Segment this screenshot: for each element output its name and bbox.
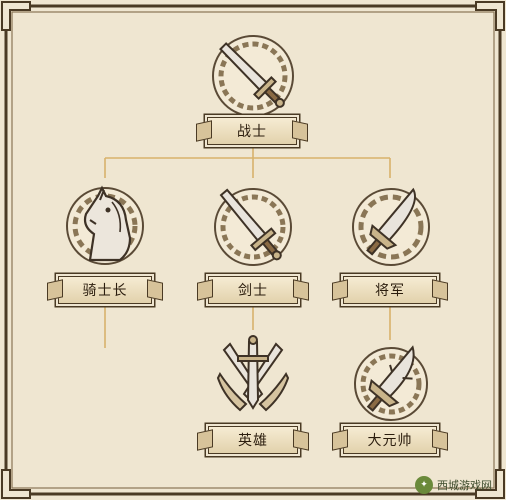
general-emblem[interactable] <box>344 180 438 274</box>
node-knight-captain[interactable]: 骑士长 <box>58 276 152 304</box>
class-tree-panel: 战士 骑士长 剑士 将军 英雄 大元帅 ✦ 西城游戏网 <box>0 0 506 500</box>
node-grand-marshal[interactable]: 大元帅 <box>343 426 437 454</box>
hero-emblem[interactable] <box>206 334 300 426</box>
node-general-label: 将军 <box>375 283 405 299</box>
node-hero[interactable]: 英雄 <box>208 426 298 454</box>
site-watermark: ✦ 西城游戏网 <box>415 476 492 494</box>
grand-marshal-emblem[interactable] <box>344 340 438 428</box>
node-general[interactable]: 将军 <box>343 276 437 304</box>
node-swordsman[interactable]: 剑士 <box>208 276 298 304</box>
node-hero-label: 英雄 <box>238 433 268 449</box>
node-grand-marshal-label: 大元帅 <box>367 433 413 449</box>
knight-captain-emblem[interactable] <box>60 180 150 272</box>
swordsman-emblem[interactable] <box>206 180 300 274</box>
node-warrior[interactable]: 战士 <box>207 117 297 145</box>
node-swordsman-label: 剑士 <box>238 283 268 299</box>
node-knight-captain-label: 骑士长 <box>82 283 128 299</box>
node-warrior-label: 战士 <box>237 124 267 140</box>
site-watermark-text: 西城游戏网 <box>437 479 492 492</box>
warrior-emblem[interactable] <box>205 28 301 124</box>
site-logo-icon: ✦ <box>415 476 433 494</box>
